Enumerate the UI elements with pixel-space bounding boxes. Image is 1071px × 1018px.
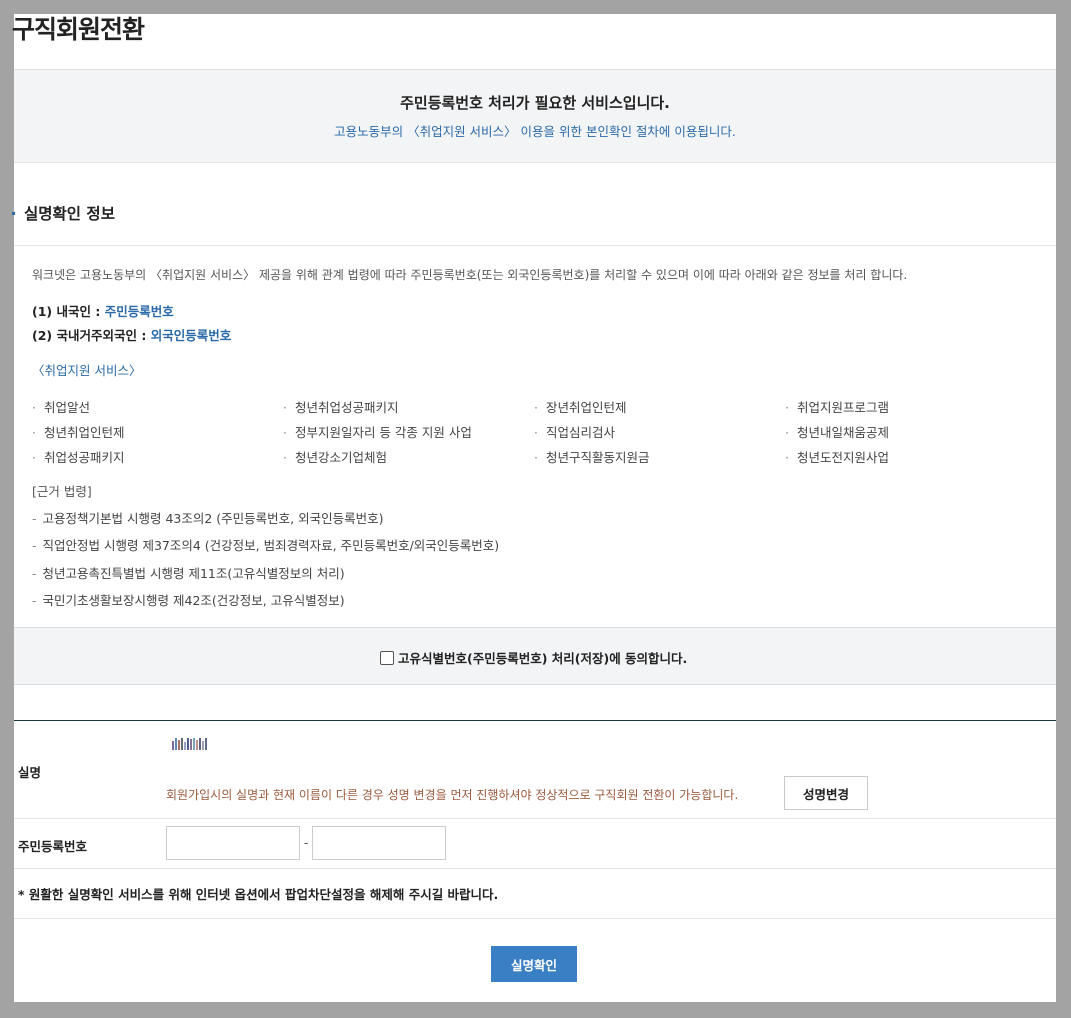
id-type-label: (1) 내국인 : [32,304,105,319]
service-item: · 청년취업인턴제 [32,425,125,440]
id-type-label: (2) 국내거주외국인 : [32,328,151,343]
bullet-icon [12,212,15,215]
rrn-first-input[interactable] [166,826,300,860]
verify-button[interactable]: 실명확인 [491,946,577,982]
notice-line1: 주민등록번호 처리가 필요한 서비스입니다. [400,94,670,112]
name-label: 실명 [18,765,42,780]
form-top-divider [14,720,1056,721]
service-item: · 장년취업인턴제 [534,400,627,415]
row-divider [14,818,1056,819]
row-divider [14,868,1056,869]
masked-name-image [172,738,208,750]
page-title: 구직회원전환 [12,15,145,44]
rrn-second-input[interactable] [312,826,446,860]
service-item: · 직업심리검사 [534,425,615,440]
notice-line2: 고용노동부의 〈취업지원 서비스〉 이용을 위한 본인확인 절차에 이용됩니다. [334,124,736,139]
service-item: · 청년내일채움공제 [785,425,889,440]
law-item: - 직업안정법 시행령 제37조의4 (건강정보, 범죄경력자료, 주민등록번호/… [32,538,500,553]
agree-checkbox-row[interactable]: 고유식별번호(주민등록번호) 처리(저장)에 동의합니다. [380,648,687,667]
intro-text: 워크넷은 고용노동부의 〈취업지원 서비스〉 제공을 위해 관계 법령에 따라 … [32,268,908,282]
service-item: · 청년취업성공패키지 [283,400,399,415]
id-type-citizen: (1) 내국인 : 주민등록번호 [32,301,174,320]
service-item: · 취업성공패키지 [32,450,125,465]
id-type-foreigner: (2) 국내거주외국인 : 외국인등록번호 [32,325,231,344]
service-item: · 청년도전지원사업 [785,450,889,465]
section-title: 실명확인 정보 [24,205,115,223]
id-type-value: 외국인등록번호 [150,328,232,343]
service-item: · 취업알선 [32,400,90,415]
rrn-separator: - [304,836,309,850]
agree-bar: 고유식별번호(주민등록번호) 처리(저장)에 동의합니다. [14,627,1056,685]
row-divider [14,918,1056,919]
law-item: - 고용정책기본법 시행령 43조의2 (주민등록번호, 외국인등록번호) [32,511,384,526]
service-item: · 정부지원일자리 등 각종 지원 사업 [283,425,472,440]
service-item: · 청년강소기업체험 [283,450,387,465]
id-type-value: 주민등록번호 [104,304,174,319]
agree-checkbox[interactable] [380,650,394,665]
law-item: - 청년고용촉진특별법 시행령 제11조(고유식별정보의 처리) [32,566,345,581]
service-item: · 취업지원프로그램 [785,400,889,415]
law-title: [근거 법령] [32,484,92,499]
name-warning: 회원가입시의 실명과 현재 이름이 다른 경우 성명 변경을 먼저 진행하셔야 … [166,788,739,802]
law-item: - 국민기초생활보장시행령 제42조(건강정보, 고유식별정보) [32,593,345,608]
notice-box: 주민등록번호 처리가 필요한 서비스입니다. 고용노동부의 〈취업지원 서비스〉… [14,69,1056,163]
service-item: · 청년구직활동지원금 [534,450,650,465]
popup-note: * 원활한 실명확인 서비스를 위해 인터넷 옵션에서 팝업차단설정을 해제해 … [18,887,499,902]
services-title: 〈취업지원 서비스〉 [32,363,142,378]
agree-label[interactable]: 고유식별번호(주민등록번호) 처리(저장)에 동의합니다. [398,648,687,667]
change-name-button[interactable]: 성명변경 [784,776,868,810]
rrn-label: 주민등록번호 [18,839,88,854]
section-header: 실명확인 정보 [12,182,1056,246]
